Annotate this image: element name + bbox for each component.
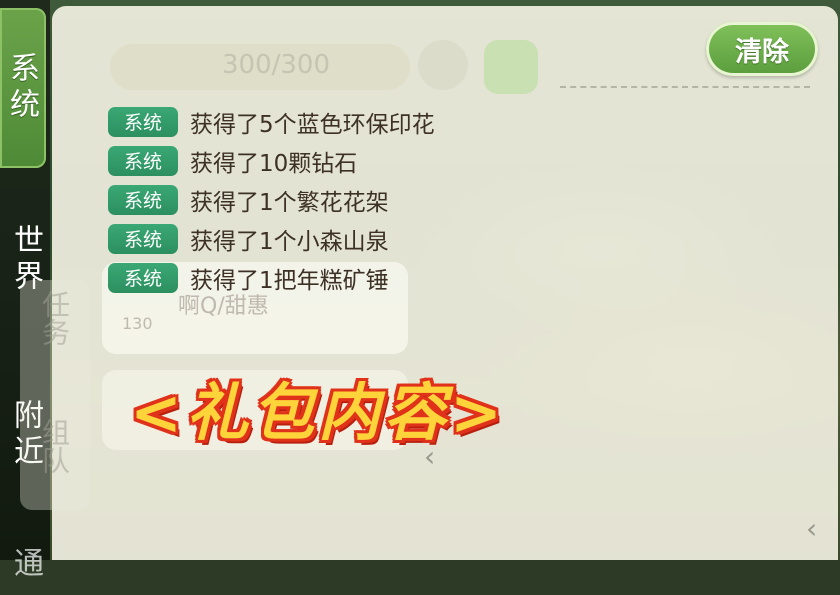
message-list: 系统 获得了5个蓝色环保印花 系统 获得了10颗钻石 系统 获得了1个繁花花架 …: [108, 102, 435, 297]
message-item: 系统 获得了5个蓝色环保印花: [108, 102, 435, 141]
message-item: 系统 获得了1把年糕矿锤: [108, 258, 435, 297]
channel-badge: 系统: [108, 262, 178, 293]
message-text: 获得了10颗钻石: [190, 150, 358, 177]
gift-pack-caption: <礼包内容>: [130, 376, 506, 449]
collapse-chevron-icon[interactable]: ‹: [806, 512, 817, 545]
message-text: 获得了1个繁花花架: [190, 189, 389, 216]
message-text: 获得了5个蓝色环保印花: [190, 111, 435, 138]
tab-world[interactable]: 世界: [0, 205, 50, 315]
tab-system[interactable]: 系统: [0, 8, 46, 168]
message-item: 系统 获得了10颗钻石: [108, 141, 435, 180]
channel-badge: 系统: [108, 223, 178, 254]
clear-button[interactable]: 清除: [706, 22, 818, 76]
message-text: 获得了1个小森山泉: [190, 228, 389, 255]
channel-tab-strip: 系统 世界 附近 通: [0, 0, 50, 583]
channel-badge: 系统: [108, 184, 178, 215]
tab-more[interactable]: 通: [0, 535, 50, 595]
channel-badge: 系统: [108, 145, 178, 176]
message-item: 系统 获得了1个繁花花架: [108, 180, 435, 219]
tab-nearby[interactable]: 附近: [0, 380, 50, 490]
message-text: 获得了1把年糕矿锤: [190, 267, 389, 294]
message-item: 系统 获得了1个小森山泉: [108, 219, 435, 258]
channel-badge: 系统: [108, 106, 178, 137]
